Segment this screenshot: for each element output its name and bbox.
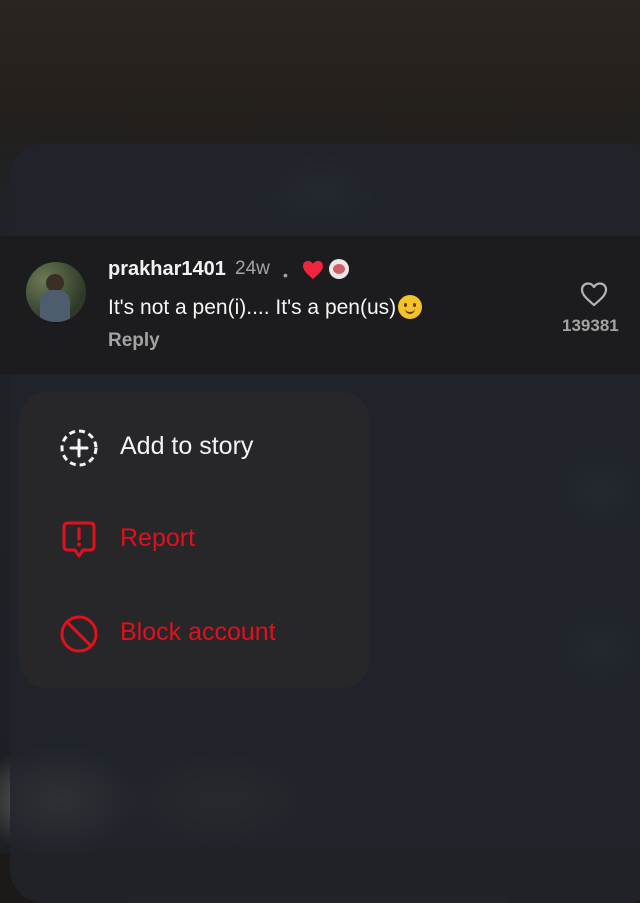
like-count: 139381 <box>562 316 619 335</box>
comment-action-menu: Add to story Report Block account <box>19 392 369 688</box>
commenter-avatar[interactable] <box>26 262 86 322</box>
dashed-circle-plus-icon <box>60 429 98 467</box>
speech-bubble-exclamation-icon <box>62 521 96 558</box>
comment-timestamp: 24w <box>235 258 270 279</box>
report-label: Report <box>120 524 196 552</box>
heart-outline-icon[interactable] <box>580 281 608 307</box>
block-account-menu-item[interactable]: Block account <box>19 588 369 678</box>
comment-text: It's not a pen(i).... It's a pen(us) <box>108 295 423 320</box>
creator-liked-heart-icon <box>303 260 323 280</box>
reply-button[interactable]: Reply <box>108 330 160 352</box>
add-to-story-label: Add to story <box>120 432 254 460</box>
comment-text-content: It's not a pen(i).... It's a pen(us) <box>108 296 397 319</box>
creator-avatar-icon <box>329 259 349 279</box>
block-account-label: Block account <box>120 618 276 646</box>
separator-dot: • <box>283 267 288 283</box>
slight-smile-emoji-icon <box>398 295 423 319</box>
comment-username[interactable]: prakhar1401 <box>108 258 226 281</box>
block-circle-icon <box>60 615 98 653</box>
add-to-story-menu-item[interactable]: Add to story <box>19 402 369 492</box>
report-menu-item[interactable]: Report <box>19 496 369 586</box>
